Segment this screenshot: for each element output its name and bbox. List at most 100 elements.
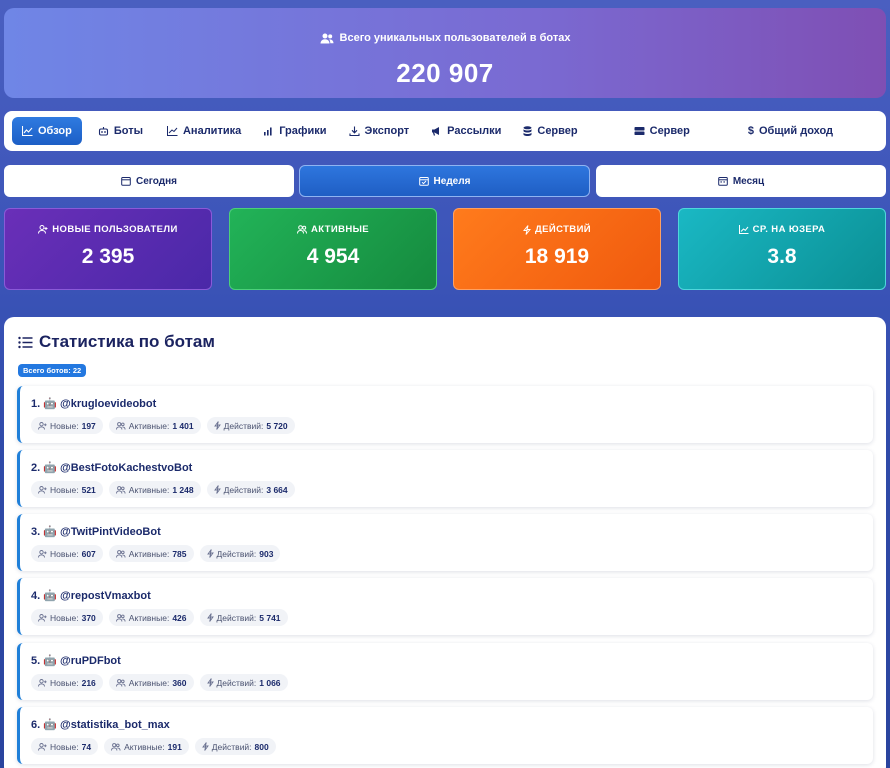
users-icon (115, 421, 126, 430)
actions-value: 18 919 (524, 245, 590, 268)
users-icon (111, 742, 121, 751)
active-users-chip: Активные: 785 (108, 545, 194, 562)
trend-icon (738, 225, 749, 234)
bot-stats-chips: Новые: 370 Активные: 426 Действий: 5 741 (31, 609, 288, 626)
actions-chip: Действий: 903 (199, 545, 281, 562)
new-users-chip: Новые: 521 (31, 481, 103, 498)
users-icon (115, 485, 126, 494)
users-icon (115, 549, 126, 558)
avg-per-user-card: СР. НА ЮЗЕРА 3.8 (678, 208, 886, 290)
new-users-value: 2 395 (81, 245, 135, 268)
trend-icon (166, 126, 178, 136)
bolt-icon (213, 485, 221, 494)
bar-chart-icon (263, 126, 274, 136)
active-users-chip: Активные: 360 (108, 674, 194, 691)
megaphone-icon (431, 126, 442, 136)
bot-stats-panel: Статистика по ботам Всего ботов: 22 1. 🤖… (4, 317, 886, 768)
bot-name: 4. 🤖 @repostVmaxbot (31, 590, 151, 602)
new-users-card: НОВЫЕ ПОЛЬЗОВАТЕЛИ 2 395 (4, 208, 212, 290)
actions-chip: Действий: 5 741 (199, 609, 288, 626)
bot-name: 1. 🤖 @krugloevideobot (31, 398, 157, 410)
actions-chip: Действий: 5 720 (206, 417, 295, 434)
total-users-value: 220 907 (396, 58, 494, 88)
calendar-month-icon (718, 176, 728, 186)
calendar-week-icon (418, 176, 429, 186)
bot-name: 6. 🤖 @statistika_bot_max (31, 719, 170, 731)
main-nav: Обзор Боты Аналитика Графики Экспорт Рас… (4, 111, 886, 151)
list-icon (18, 336, 33, 349)
user-plus-icon (38, 613, 47, 622)
actions-chip: Действий: 1 066 (199, 674, 288, 691)
active-users-chip: Активные: 191 (104, 738, 189, 755)
active-users-card: АКТИВНЫЕ 4 954 (229, 208, 437, 290)
dollar-icon: $ (747, 125, 754, 137)
bot-name: 2. 🤖 @BestFotoKachestvoBot (31, 462, 193, 474)
download-icon (348, 126, 360, 136)
nav-server-db[interactable]: Сервер (513, 117, 587, 145)
bot-name: 3. 🤖 @TwitPintVideoBot (31, 526, 161, 538)
nav-mailings[interactable]: Рассылки (421, 117, 511, 145)
bot-stats-chips: Новые: 607 Активные: 785 Действий: 903 (31, 545, 281, 562)
period-week[interactable]: Неделя (299, 165, 590, 197)
avg-per-user-label: СР. НА ЮЗЕРА (752, 224, 826, 235)
chart-line-icon (22, 126, 33, 136)
users-icon (115, 613, 126, 622)
nav-total-revenue[interactable]: $ Общий доход (738, 117, 843, 145)
nav-overview[interactable]: Обзор (12, 117, 82, 145)
bot-stats-chips: Новые: 74 Активные: 191 Действий: 800 (31, 738, 276, 755)
bot-row[interactable]: 4. 🤖 @repostVmaxbot Новые: 370 Активные: 426… (17, 578, 873, 635)
active-users-chip: Активные: 1 248 (108, 481, 201, 498)
bot-row[interactable]: 2. 🤖 @BestFotoKachestvoBot Новые: 521 Актив… (17, 450, 873, 507)
actions-label: ДЕЙСТВИЙ (534, 224, 592, 235)
nav-analytics[interactable]: Аналитика (157, 117, 251, 145)
bot-row[interactable]: 5. 🤖 @ruPDFbot Новые: 216 Активные: 360 Дейст… (17, 643, 873, 700)
actions-chip: Действий: 800 (194, 738, 276, 755)
bolt-icon (213, 421, 221, 430)
user-plus-icon (38, 485, 47, 494)
new-users-chip: Новые: 197 (31, 417, 103, 434)
bolt-icon (522, 224, 531, 235)
bot-stats-chips: Новые: 521 Активные: 1 248 Действий: 3 664 (31, 481, 295, 498)
new-users-chip: Новые: 607 (31, 545, 103, 562)
bot-row[interactable]: 6. 🤖 @statistika_bot_max Новые: 74 Активные… (17, 707, 873, 764)
bot-name: 5. 🤖 @ruPDFbot (31, 655, 121, 667)
bot-stats-chips: Новые: 197 Активные: 1 401 Действий: 5 720 (31, 417, 295, 434)
nav-server[interactable]: Сервер (624, 117, 700, 145)
avg-per-user-value: 3.8 (767, 245, 797, 268)
database-icon (523, 126, 532, 136)
actions-card: ДЕЙСТВИЙ 18 919 (453, 208, 661, 290)
nav-export[interactable]: Экспорт (339, 117, 420, 145)
total-bots-badge: Всего ботов: 22 (18, 364, 87, 377)
new-users-label: НОВЫЕ ПОЛЬЗОВАТЕЛИ (52, 224, 178, 235)
bolt-icon (201, 742, 209, 751)
server-icon (634, 126, 645, 136)
total-users-label: Всего уникальных пользователей в ботах (4, 32, 886, 44)
actions-chip: Действий: 3 664 (206, 481, 295, 498)
active-users-chip: Активные: 426 (108, 609, 194, 626)
user-plus-icon (38, 742, 47, 751)
calendar-icon (121, 176, 131, 186)
nav-bots[interactable]: Боты (88, 117, 153, 145)
new-users-chip: Новые: 370 (31, 609, 103, 626)
users-icon (320, 33, 334, 44)
new-users-chip: Новые: 216 (31, 674, 103, 691)
bot-row[interactable]: 1. 🤖 @krugloevideobot Новые: 197 Активные: 1… (17, 386, 873, 443)
bolt-icon (206, 678, 214, 687)
bot-row[interactable]: 3. 🤖 @TwitPintVideoBot Новые: 607 Активные:… (17, 514, 873, 571)
total-users-banner: Всего уникальных пользователей в ботах 2… (4, 8, 886, 98)
users-icon (115, 678, 126, 687)
period-month[interactable]: Месяц (596, 165, 886, 197)
active-users-value: 4 954 (306, 245, 360, 268)
bolt-icon (206, 613, 214, 622)
user-plus-icon (38, 225, 48, 234)
user-plus-icon (38, 549, 47, 558)
new-users-chip: Новые: 74 (31, 738, 99, 755)
active-users-label: АКТИВНЫЕ (310, 224, 370, 235)
user-plus-icon (38, 421, 47, 430)
period-today[interactable]: Сегодня (4, 165, 294, 197)
user-plus-icon (38, 678, 47, 687)
bot-stats-chips: Новые: 216 Активные: 360 Действий: 1 066 (31, 674, 288, 691)
active-users-chip: Активные: 1 401 (108, 417, 201, 434)
nav-charts[interactable]: Графики (253, 117, 336, 145)
bolt-icon (206, 549, 214, 558)
